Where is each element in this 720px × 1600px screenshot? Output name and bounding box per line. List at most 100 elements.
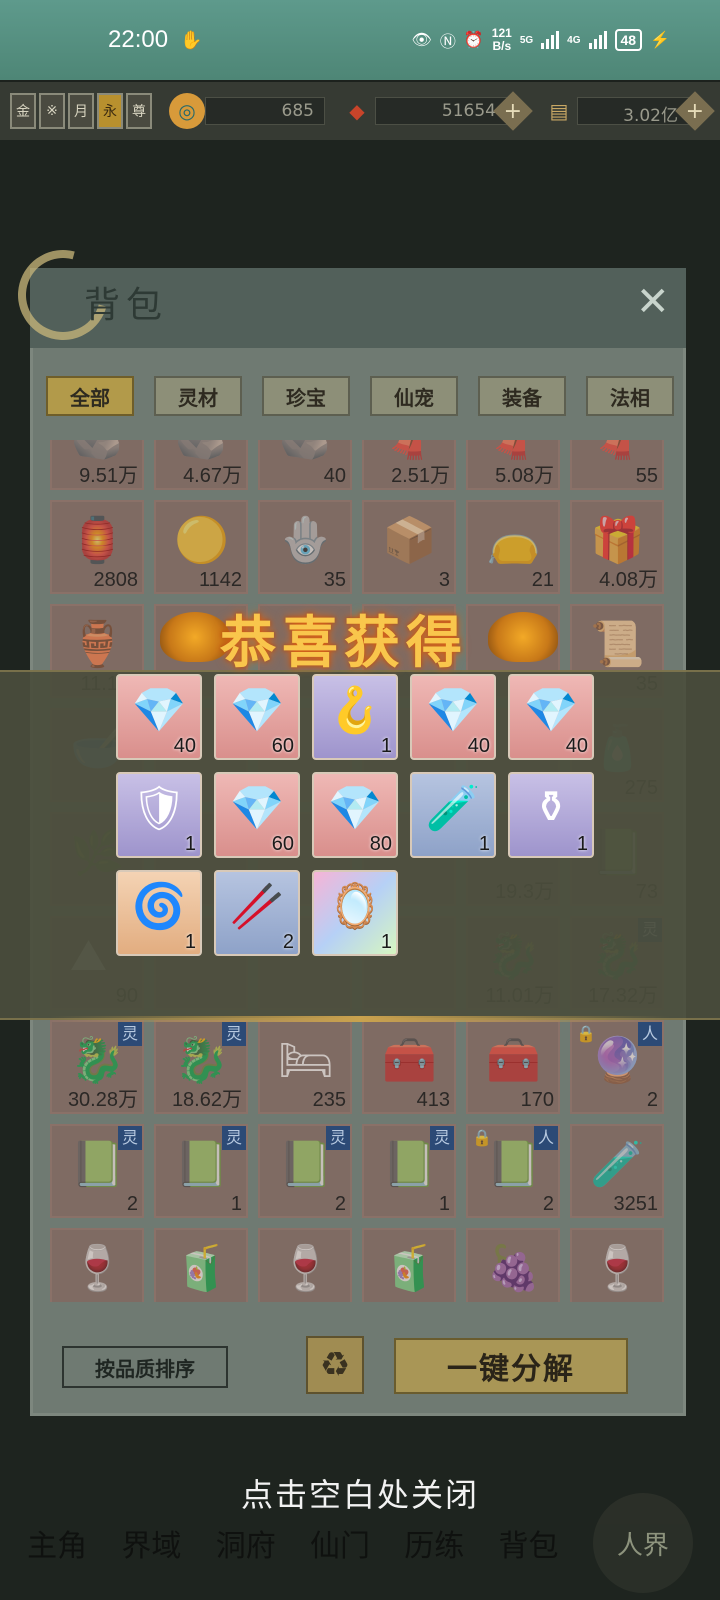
reward-item-claw[interactable]: 🪝 1 bbox=[312, 674, 398, 760]
bag-item-potion-red[interactable]: 🍷 bbox=[570, 1228, 664, 1302]
bag-item-green-book[interactable]: 📗 灵 1 bbox=[362, 1124, 456, 1218]
bag-item-potion-green[interactable]: 🧃 bbox=[154, 1228, 248, 1302]
bag-title: 背包 bbox=[84, 285, 169, 326]
rarity-tag: 灵 bbox=[222, 1022, 246, 1046]
river-token-icon: 🏮 bbox=[70, 515, 125, 566]
reward-item-red-potion[interactable]: 🧪 1 bbox=[410, 772, 496, 858]
tab-avatars[interactable]: 法相 bbox=[586, 376, 674, 416]
dark-scroll-icon: 🔮 bbox=[590, 1035, 645, 1086]
signal-icon-2 bbox=[588, 31, 607, 49]
jade-amount: 685 bbox=[205, 97, 325, 125]
badge-2[interactable]: ※ bbox=[39, 93, 65, 129]
item-count: 4.67万 bbox=[183, 465, 242, 487]
bag-item-treasure-chest[interactable]: 🎁 4.08万 bbox=[570, 500, 664, 594]
crystal-icon: ◆ bbox=[349, 99, 365, 123]
bag-item-potion-purple[interactable]: 🍇 bbox=[466, 1228, 560, 1302]
badge-4[interactable]: 永 bbox=[97, 93, 123, 129]
tab-equipment[interactable]: 装备 bbox=[478, 376, 566, 416]
eye-icon: 👁 bbox=[411, 32, 432, 49]
rarity-tag: 人 bbox=[638, 1022, 662, 1046]
sort-by-quality-button[interactable]: 按品质排序 bbox=[62, 1346, 228, 1388]
crystal-cushion-icon: 💎 bbox=[327, 783, 383, 834]
reward-item-armor-plate[interactable]: 🛡 1 bbox=[116, 772, 202, 858]
bag-item-cloth[interactable]: 🧣2.51万 bbox=[362, 440, 456, 490]
reward-item-hairpin[interactable]: 🥢 2 bbox=[214, 870, 300, 956]
bag-item-chest[interactable]: 🧰 413 bbox=[362, 1020, 456, 1114]
bag-item-bed[interactable]: 🛏 235 bbox=[258, 1020, 352, 1114]
cloth-icon: 🧣 bbox=[590, 440, 645, 462]
nav-cave[interactable]: 洞府 bbox=[216, 1521, 276, 1565]
bag-item-green-book[interactable]: 📗 灵 1 bbox=[154, 1124, 248, 1218]
tab-pets[interactable]: 仙宠 bbox=[370, 376, 458, 416]
reward-item-crystal-cushion[interactable]: 💎 60 bbox=[214, 674, 300, 760]
bag-item-ore[interactable]: 🪨 40 bbox=[258, 440, 352, 490]
badge-3[interactable]: 月 bbox=[68, 93, 94, 129]
bag-item-river-token[interactable]: 🏮 2808 bbox=[50, 500, 144, 594]
coin-icon: ▤ bbox=[549, 99, 569, 123]
bag-item-potion-green[interactable]: 🧃 bbox=[362, 1228, 456, 1302]
bag-item-green-book[interactable]: 📗 人 🔒 2 bbox=[466, 1124, 560, 1218]
lock-icon: 🔒 bbox=[576, 1024, 596, 1043]
bag-item-ore[interactable]: 🪨4.67万 bbox=[154, 440, 248, 490]
badge-5[interactable]: 尊 bbox=[126, 93, 152, 129]
potion-green-icon: 🧃 bbox=[382, 1243, 437, 1294]
hairpin-icon: 🥢 bbox=[229, 881, 285, 932]
tab-all[interactable]: 全部 bbox=[46, 376, 134, 416]
item-count: 2 bbox=[334, 1193, 346, 1215]
item-count: 2808 bbox=[93, 569, 139, 591]
reward-item-crystal-cushion[interactable]: 💎 80 bbox=[312, 772, 398, 858]
item-count: 3251 bbox=[613, 1193, 659, 1215]
coin-resource: ▤ 3.02亿 + bbox=[541, 91, 715, 131]
bed-icon: 🛏 bbox=[278, 1035, 334, 1086]
box-icon: 📦 bbox=[382, 515, 437, 566]
bag-item-ore[interactable]: 🪨9.51万 bbox=[50, 440, 144, 490]
bag-item-amber[interactable]: 🟡 1142 bbox=[154, 500, 248, 594]
bag-item-red-dragon[interactable]: 🐉 灵 30.28万 bbox=[50, 1020, 144, 1114]
bag-item-green-book[interactable]: 📗 灵 2 bbox=[258, 1124, 352, 1218]
item-count: 35 bbox=[323, 569, 346, 591]
charm-icon: 🪬 bbox=[278, 515, 333, 566]
reward-item-crystal-cushion[interactable]: 💎 40 bbox=[508, 674, 594, 760]
potion-green-icon: 🧃 bbox=[174, 1243, 229, 1294]
alarm-icon: ⏰ bbox=[463, 32, 484, 49]
bag-item-purple-dragon[interactable]: 🐉 灵 18.62万 bbox=[154, 1020, 248, 1114]
reward-item-jade-pendant[interactable]: 🌀 1 bbox=[116, 870, 202, 956]
reward-count: 1 bbox=[576, 833, 588, 855]
bag-item-pouch[interactable]: 👝 21 bbox=[466, 500, 560, 594]
bag-item-green-book[interactable]: 📗 灵 2 bbox=[50, 1124, 144, 1218]
lock-icon: 🔒 bbox=[472, 1128, 492, 1147]
nav-sect[interactable]: 仙门 bbox=[310, 1521, 370, 1565]
close-icon[interactable]: ✕ bbox=[636, 282, 670, 322]
item-count: 3 bbox=[438, 569, 450, 591]
reward-item-crystal-cushion[interactable]: 💎 40 bbox=[116, 674, 202, 760]
nav-training[interactable]: 历练 bbox=[404, 1521, 464, 1565]
recycle-button[interactable]: ♻ bbox=[306, 1336, 364, 1394]
bag-item-potion-red[interactable]: 🍷 bbox=[258, 1228, 352, 1302]
bag-item-box[interactable]: 📦 3 bbox=[362, 500, 456, 594]
bag-item-cloth[interactable]: 🧣5.08万 bbox=[466, 440, 560, 490]
nav-realm[interactable]: 界域 bbox=[121, 1521, 181, 1565]
bag-item-vial[interactable]: 🧪 3251 bbox=[570, 1124, 664, 1218]
reward-item-gold-potion[interactable]: ⚱ 1 bbox=[508, 772, 594, 858]
reward-item-crystal-cushion[interactable]: 💎 40 bbox=[410, 674, 496, 760]
bag-item-chest[interactable]: 🧰 170 bbox=[466, 1020, 560, 1114]
decompose-all-button[interactable]: 一键分解 bbox=[394, 1338, 628, 1394]
nav-bag[interactable]: 背包 bbox=[499, 1521, 559, 1565]
green-book-icon: 📗 bbox=[382, 1139, 437, 1190]
item-count: 235 bbox=[312, 1089, 346, 1111]
badge-1[interactable]: 金 bbox=[10, 93, 36, 129]
tap-to-close-hint[interactable]: 点击空白处关闭 bbox=[0, 1470, 720, 1516]
bag-item-dark-scroll[interactable]: 🔮 人 🔒 2 bbox=[570, 1020, 664, 1114]
bag-item-potion-red[interactable]: 🍷 bbox=[50, 1228, 144, 1302]
nav-hero[interactable]: 主角 bbox=[27, 1521, 87, 1565]
item-count: 40 bbox=[323, 465, 346, 487]
tab-materials[interactable]: 灵材 bbox=[154, 376, 242, 416]
tab-treasures[interactable]: 珍宝 bbox=[262, 376, 350, 416]
recycle-icon: ♻ bbox=[319, 1345, 351, 1385]
reward-item-mirror[interactable]: 🪞 1 bbox=[312, 870, 398, 956]
crystal-cushion-icon: 💎 bbox=[523, 685, 579, 736]
pouch-icon: 👝 bbox=[486, 515, 541, 566]
bag-item-cloth[interactable]: 🧣 55 bbox=[570, 440, 664, 490]
bag-item-charm[interactable]: 🪬 35 bbox=[258, 500, 352, 594]
reward-item-crystal-cushion[interactable]: 💎 60 bbox=[214, 772, 300, 858]
